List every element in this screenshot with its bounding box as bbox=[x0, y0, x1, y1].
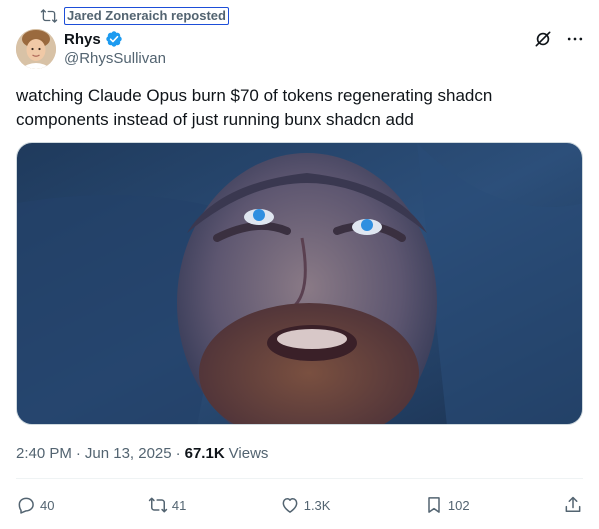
meta-separator: · bbox=[175, 445, 181, 462]
author-handle[interactable]: @RhysSullivan bbox=[64, 50, 166, 67]
author-block: Rhys @RhysSullivan bbox=[64, 29, 166, 68]
views-count: 67.1K bbox=[184, 445, 225, 462]
tweet-text: watching Claude Opus burn $70 of tokens … bbox=[16, 86, 493, 129]
share-icon bbox=[565, 496, 581, 512]
reposter-link[interactable]: Jared Zoneraich reposted bbox=[64, 7, 229, 25]
reply-count: 40 bbox=[40, 497, 55, 513]
bookmark-button[interactable]: 102 bbox=[424, 495, 470, 515]
tweet-time[interactable]: 2:40 PM bbox=[16, 445, 72, 462]
bookmark-icon bbox=[428, 497, 440, 513]
avatar[interactable] bbox=[16, 29, 56, 69]
reply-icon bbox=[18, 497, 34, 514]
bookmark-count: 102 bbox=[447, 497, 470, 513]
meta-separator: · bbox=[75, 445, 81, 462]
tweet-meta: 2:40 PM · Jun 13, 2025 · 67.1K Views bbox=[16, 445, 268, 462]
like-button[interactable]: 1.3K bbox=[280, 495, 331, 515]
reply-button[interactable]: 40 bbox=[16, 495, 54, 515]
views-label: Views bbox=[228, 445, 269, 462]
repost-action-icon bbox=[148, 497, 168, 513]
tweet-top-actions bbox=[533, 29, 585, 49]
repost-button[interactable]: 41 bbox=[148, 495, 186, 515]
tweet-action-bar: 40 41 1.3K 102 bbox=[16, 493, 583, 517]
tweet-date[interactable]: Jun 13, 2025 bbox=[85, 445, 172, 462]
repost-icon bbox=[40, 7, 58, 25]
verified-badge-icon bbox=[105, 30, 123, 48]
heart-icon bbox=[282, 498, 298, 513]
like-count: 1.3K bbox=[303, 497, 331, 513]
video-still-image[interactable] bbox=[16, 142, 583, 425]
author-name[interactable]: Rhys bbox=[64, 31, 101, 48]
repost-header: Jared Zoneraich reposted bbox=[40, 7, 229, 25]
more-options-icon[interactable] bbox=[565, 29, 585, 49]
divider bbox=[16, 478, 583, 479]
repost-count: 41 bbox=[171, 497, 187, 513]
grok-icon[interactable] bbox=[533, 29, 553, 49]
share-button[interactable] bbox=[563, 495, 583, 515]
